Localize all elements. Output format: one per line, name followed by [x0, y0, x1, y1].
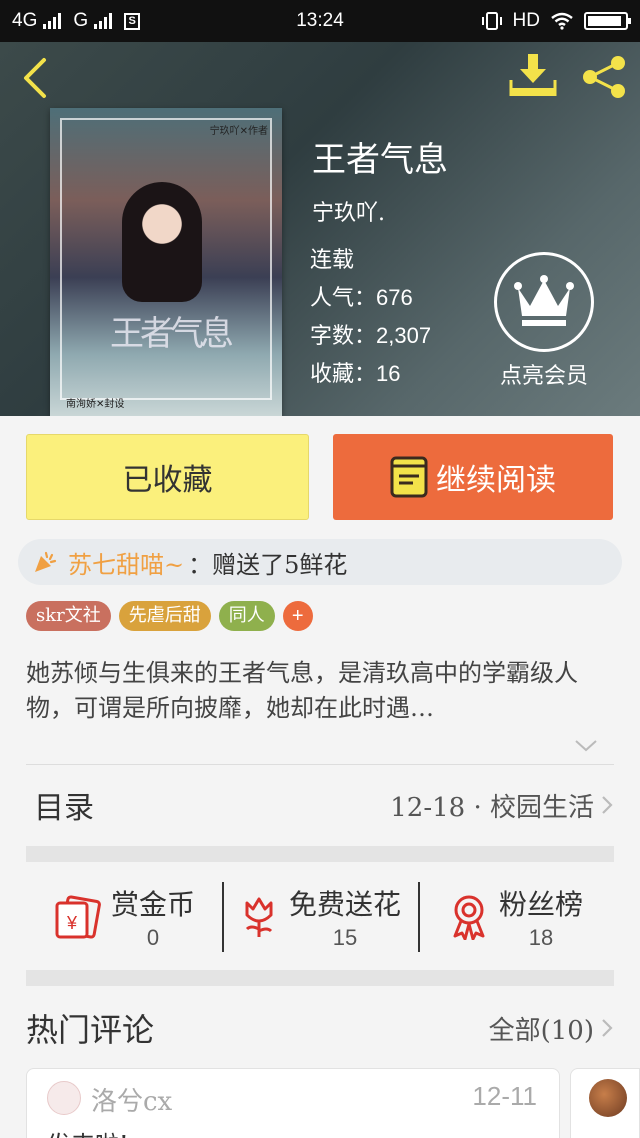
cover-title-art: 王者气息 — [110, 314, 234, 354]
fan-ranking-button[interactable]: 粉丝榜 18 — [418, 878, 614, 956]
party-popper-icon — [35, 551, 57, 572]
hot-comments-header: 热门评论 全部(10) — [26, 1000, 614, 1056]
free-flower-label: 免费送花 — [288, 888, 401, 921]
fan-ranking-label: 粉丝榜 — [498, 888, 583, 921]
continue-reading-button[interactable]: 继续阅读 — [333, 434, 613, 520]
network-g-label: G — [73, 10, 89, 31]
comment-date: 12-11 — [472, 1081, 537, 1111]
collected-label: 已收藏 — [122, 463, 213, 498]
favorites-label: 收藏： — [310, 362, 377, 387]
book-icon — [390, 456, 428, 498]
tag-item[interactable]: skr文社 — [26, 601, 111, 631]
gift-notification[interactable]: 苏七甜喵~ ：赠送了5鲜花 — [18, 539, 622, 585]
gift-message: ：赠送了5鲜花 — [188, 550, 348, 579]
tag-list: skr文社 先虐后甜 同人 + — [26, 601, 313, 631]
comment-card[interactable]: 洛兮cx 12-11 发来啦! — [26, 1068, 560, 1138]
reward-coins-value: 0 — [146, 925, 160, 950]
cover-caption-top: 宁玖吖✕作者 — [209, 126, 268, 137]
toc-title: 目录 — [34, 791, 94, 826]
tag-item[interactable]: 同人 — [218, 601, 275, 631]
comment-text: 发来啦! — [47, 1125, 129, 1138]
book-cover-image[interactable]: 宁玖吖✕作者 王者气息 南洵娇✕封设 — [50, 108, 282, 416]
book-synopsis[interactable]: 她苏倾与生俱来的王者气息，是清玖高中的学霸级人物，可谓是所向披靡，她却在此时遇… — [26, 656, 614, 726]
wifi-icon — [551, 12, 573, 30]
download-icon[interactable] — [508, 52, 558, 100]
reward-stats-bar: ¥ 赏金币 0 免费送花 15 粉丝榜 18 — [26, 878, 614, 956]
book-header: 宁玖吖✕作者 王者气息 南洵娇✕封设 王者气息 宁玖吖. 连载 人气：676 字… — [0, 42, 640, 416]
signal-icon — [43, 13, 62, 29]
word-count-value: 2,307 — [376, 323, 432, 348]
comment-username[interactable]: 洛兮cx — [91, 1081, 172, 1118]
section-separator — [26, 846, 614, 862]
free-flower-button[interactable]: 免费送花 15 — [222, 878, 418, 956]
add-tag-button[interactable]: + — [282, 601, 313, 631]
favorites-value: 16 — [376, 361, 401, 386]
cover-caption-bottom: 南洵娇✕封设 — [66, 399, 125, 410]
status-bar: 4G G S 13:24 HD — [0, 0, 640, 42]
network-4g-label: 4G — [12, 10, 38, 31]
chevron-right-icon — [602, 796, 613, 814]
flower-icon — [245, 897, 273, 937]
latest-chapter: 12-18 · 校园生活 — [390, 792, 594, 823]
collected-button[interactable]: 已收藏 — [26, 434, 309, 520]
chevron-right-icon[interactable] — [600, 1017, 614, 1039]
sim-icon: S — [124, 12, 141, 30]
popularity-label: 人气： — [310, 286, 377, 311]
word-count-stat: 字数：2,307 — [310, 318, 431, 350]
reward-coins-button[interactable]: ¥ 赏金币 0 — [26, 878, 222, 956]
svg-text:¥: ¥ — [66, 913, 78, 933]
tag-item[interactable]: 先虐后甜 — [118, 601, 211, 631]
crown-icon — [514, 275, 574, 326]
avatar[interactable] — [47, 1081, 81, 1115]
battery-icon — [584, 12, 631, 30]
section-separator — [26, 970, 614, 986]
reward-coins-label: 赏金币 — [110, 888, 195, 921]
vip-label[interactable]: 点亮会员 — [494, 358, 594, 390]
signal-icon-2 — [94, 13, 113, 29]
hd-label: HD — [512, 10, 540, 31]
hot-comments-title: 热门评论 — [26, 1011, 155, 1049]
book-author[interactable]: 宁玖吖. — [312, 195, 385, 227]
book-status: 连载 — [310, 248, 355, 273]
gift-sender[interactable]: 苏七甜喵~ — [68, 545, 184, 580]
award-ribbon-icon — [453, 895, 485, 940]
comment-card[interactable] — [570, 1068, 640, 1138]
word-count-label: 字数： — [310, 324, 377, 349]
favorites-stat: 收藏：16 — [310, 356, 401, 388]
chevron-down-icon[interactable] — [574, 738, 598, 754]
vip-button[interactable] — [494, 252, 594, 352]
book-title: 王者气息 — [312, 140, 448, 180]
red-envelope-icon: ¥ — [55, 895, 101, 939]
avatar[interactable] — [589, 1079, 627, 1117]
divider — [26, 764, 614, 765]
back-arrow-icon[interactable] — [18, 56, 54, 100]
free-flower-value: 15 — [332, 925, 358, 950]
all-comments-link[interactable]: 全部(10) — [489, 1010, 594, 1047]
popularity-stat: 人气：676 — [310, 280, 413, 312]
fan-ranking-value: 18 — [528, 925, 554, 950]
continue-reading-label: 继续阅读 — [436, 463, 556, 498]
share-icon[interactable] — [580, 54, 630, 100]
vibrate-icon — [481, 12, 502, 30]
popularity-value: 676 — [376, 285, 413, 310]
table-of-contents-row[interactable]: 目录 12-18 · 校园生活 — [26, 766, 614, 844]
